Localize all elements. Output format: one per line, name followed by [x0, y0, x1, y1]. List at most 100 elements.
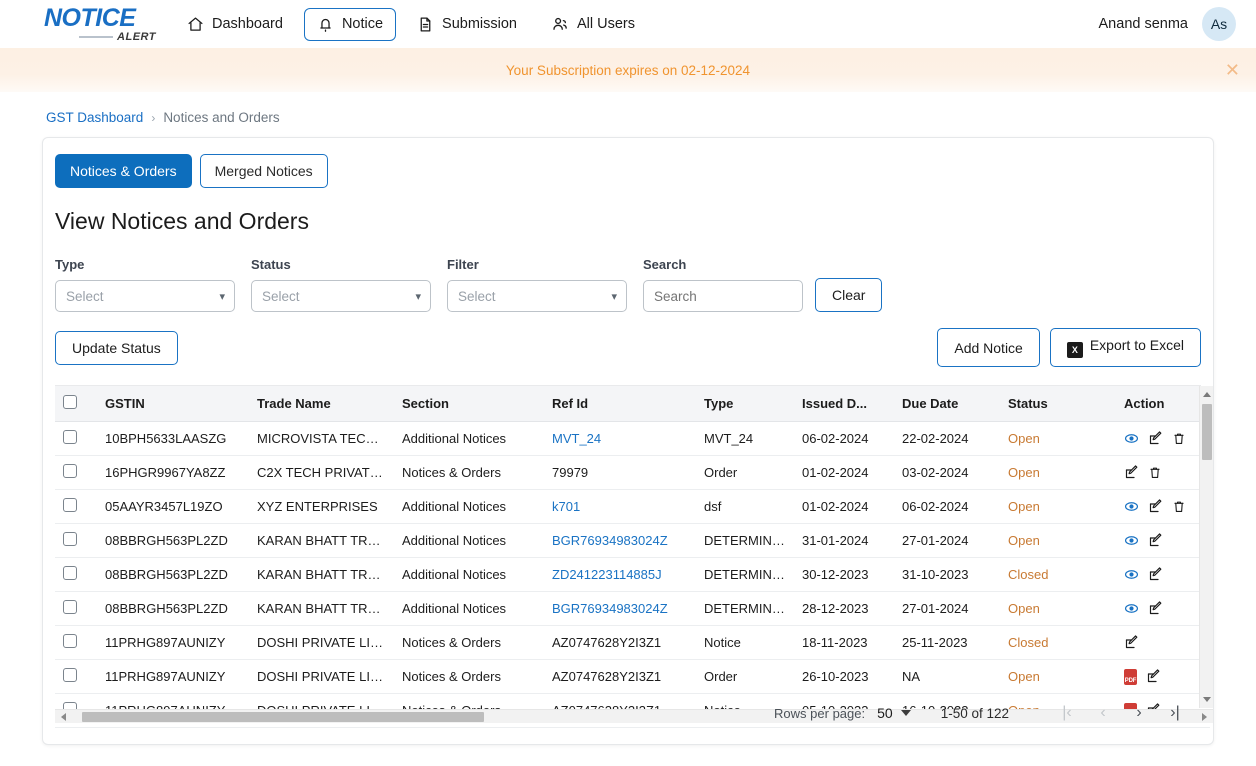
table-row[interactable]: 08BBRGH563PL2ZD KARAN BHATT TRA... Additio… [55, 591, 1210, 626]
cell-issued-date: 30-12-2023 [794, 557, 894, 592]
edit-icon[interactable] [1148, 567, 1163, 582]
cell-trade-name: MICROVISTA TECH P... [249, 421, 394, 456]
nav-item-all-users[interactable]: All Users [538, 7, 648, 41]
clear-button[interactable]: Clear [815, 278, 883, 312]
breadcrumb: GST Dashboard › Notices and Orders [0, 92, 1256, 137]
row-checkbox[interactable] [63, 668, 77, 682]
scroll-left-icon[interactable] [61, 713, 66, 721]
cell-ref-id[interactable]: k701 [544, 489, 696, 524]
scroll-right-icon[interactable] [1202, 713, 1207, 721]
table-vertical-scrollbar[interactable] [1199, 386, 1213, 708]
table-row[interactable]: 05AAYR3457L19ZO XYZ ENTERPRISES Additional… [55, 489, 1210, 524]
cell-type: dsf [696, 489, 794, 524]
row-checkbox[interactable] [63, 430, 77, 444]
col-header-gstin[interactable]: GSTIN [97, 386, 249, 422]
view-icon[interactable] [1124, 431, 1139, 446]
ref-id-link[interactable]: k701 [552, 499, 580, 514]
select-all-checkbox[interactable] [63, 395, 77, 409]
row-checkbox[interactable] [63, 634, 77, 648]
edit-icon[interactable] [1146, 669, 1161, 684]
logo-subline: ALERT [44, 31, 156, 43]
export-to-excel-button[interactable]: X Export to Excel [1049, 328, 1201, 367]
col-header-due-date[interactable]: Due Date [894, 386, 1000, 422]
search-input[interactable] [643, 280, 803, 312]
action-icons [1124, 431, 1202, 446]
row-checkbox[interactable] [63, 498, 77, 512]
cell-ref-id[interactable]: MVT_24 [544, 421, 696, 456]
ref-id-link[interactable]: BGR76934983024Z [552, 601, 668, 616]
chevron-down-icon[interactable] [900, 710, 911, 716]
edit-icon[interactable] [1148, 499, 1163, 514]
row-checkbox[interactable] [63, 566, 77, 580]
col-header-type[interactable]: Type [696, 386, 794, 422]
cell-issued-date: 26-10-2023 [794, 659, 894, 694]
pagination: Rows per page: 50 1-50 of 122 |‹ ‹ › ›| [774, 698, 1193, 728]
delete-icon[interactable] [1148, 465, 1162, 480]
cell-trade-name: KARAN BHATT TRA... [249, 591, 394, 626]
cell-due-date: 06-02-2024 [894, 489, 1000, 524]
nav-item-submission[interactable]: Submission [404, 8, 530, 41]
col-header-status[interactable]: Status [1000, 386, 1116, 422]
col-header-trade-name[interactable]: Trade Name [249, 386, 394, 422]
last-page-icon[interactable]: ›| [1157, 698, 1193, 728]
tab-merged-notices[interactable]: Merged Notices [199, 154, 328, 188]
ref-id-link[interactable]: BGR76934983024Z [552, 533, 668, 548]
user-menu[interactable]: Anand senma As [1099, 7, 1236, 41]
scroll-down-icon[interactable] [1203, 697, 1211, 702]
table-row[interactable]: 11PRHG897AUNIZYDOSHI PRIVATE LIMI...Noti… [55, 659, 1210, 694]
edit-icon[interactable] [1124, 465, 1139, 480]
cell-due-date: NA [894, 659, 1000, 694]
view-icon[interactable] [1124, 533, 1139, 548]
view-icon[interactable] [1124, 601, 1139, 616]
col-header-issued-date[interactable]: Issued D... [794, 386, 894, 422]
filter-select[interactable]: Select ▾ [447, 280, 627, 312]
rows-per-page-value[interactable]: 50 [877, 705, 893, 721]
delete-icon[interactable] [1172, 499, 1186, 514]
cell-ref-id[interactable]: BGR76934983024Z [544, 523, 696, 558]
view-icon[interactable] [1124, 567, 1139, 582]
pdf-icon[interactable]: PDF [1124, 668, 1137, 685]
add-notice-button[interactable]: Add Notice [937, 328, 1040, 367]
tab-notices-and-orders[interactable]: Notices & Orders [55, 154, 192, 188]
app-logo[interactable]: NOTICE ALERT [44, 4, 156, 44]
table-row[interactable]: 08BBRGH563PL2ZD KARAN BHATT TRA... Additio… [55, 557, 1210, 592]
first-page-icon[interactable]: |‹ [1049, 698, 1085, 728]
avatar[interactable]: As [1202, 7, 1236, 41]
table-row[interactable]: 08BBRGH563PL2ZD KARAN BHATT TRA... Additio… [55, 523, 1210, 558]
nav-item-dashboard[interactable]: Dashboard [174, 8, 296, 41]
chevron-down-icon: ▾ [611, 290, 617, 303]
type-select[interactable]: Select ▾ [55, 280, 235, 312]
col-header-section[interactable]: Section [394, 386, 544, 422]
cell-actions [1116, 625, 1210, 660]
table-row[interactable]: 16PHGR9967YA8ZZ C2X TECH PRIVATE ... Notic… [55, 455, 1210, 490]
horizontal-scrollbar-thumb[interactable] [82, 712, 484, 722]
cell-ref-id[interactable]: BGR76934983024Z [544, 591, 696, 626]
cell-ref-id[interactable]: ZD241223114885J [544, 557, 696, 592]
col-header-ref-id[interactable]: Ref Id [544, 386, 696, 422]
scroll-up-icon[interactable] [1203, 392, 1211, 397]
next-page-icon[interactable]: › [1121, 698, 1157, 728]
ref-id-link[interactable]: MVT_24 [552, 431, 601, 446]
ref-id-link[interactable]: ZD241223114885J [552, 567, 662, 582]
update-status-button[interactable]: Update Status [55, 330, 178, 365]
prev-page-icon[interactable]: ‹ [1085, 698, 1121, 728]
row-checkbox[interactable] [63, 600, 77, 614]
table-row[interactable]: 10BPH5633LAASZG MICROVISTA TECH P... Addit… [55, 421, 1210, 456]
row-checkbox[interactable] [63, 532, 77, 546]
breadcrumb-root-link[interactable]: GST Dashboard [46, 110, 143, 125]
vertical-scrollbar-thumb[interactable] [1202, 404, 1212, 460]
status-badge: Open [1000, 659, 1116, 694]
edit-icon[interactable] [1148, 601, 1163, 616]
table-row[interactable]: 11PRHG897AUNIZYDOSHI PRIVATE LIMI...Noti… [55, 625, 1210, 660]
status-select[interactable]: Select ▾ [251, 280, 431, 312]
nav-item-notice[interactable]: Notice [303, 7, 397, 41]
close-icon[interactable]: ✕ [1221, 59, 1244, 81]
edit-icon[interactable] [1148, 533, 1163, 548]
row-checkbox[interactable] [63, 464, 77, 478]
edit-icon[interactable] [1148, 431, 1163, 446]
delete-icon[interactable] [1172, 431, 1186, 446]
notices-table-container: GSTIN Trade Name Section Ref Id Type Iss… [55, 385, 1213, 728]
edit-icon[interactable] [1124, 635, 1139, 650]
view-icon[interactable] [1124, 499, 1139, 514]
cell-issued-date: 18-11-2023 [794, 625, 894, 660]
